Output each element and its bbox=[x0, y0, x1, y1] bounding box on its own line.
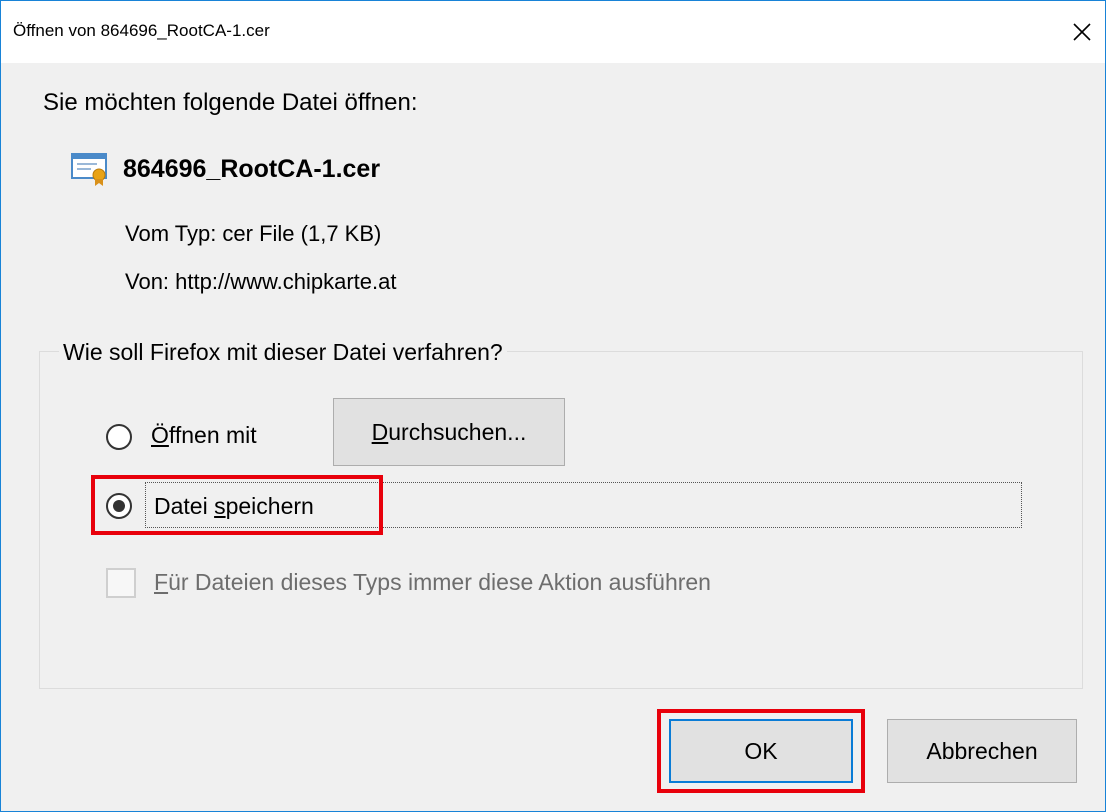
open-with-label-text: ffnen mit bbox=[168, 422, 257, 448]
always-accesskey: F bbox=[154, 569, 169, 595]
window-title: Öffnen von 864696_RootCA-1.cer bbox=[13, 21, 270, 40]
download-dialog: Öffnen von 864696_RootCA-1.cer Sie möcht… bbox=[0, 0, 1106, 812]
action-group-legend: Wie soll Firefox mit dieser Datei verfah… bbox=[59, 339, 507, 366]
file-info: 864696_RootCA-1.cer bbox=[71, 151, 380, 187]
file-source: Von: http://www.chipkarte.at bbox=[125, 269, 397, 294]
ok-button-highlight bbox=[657, 709, 865, 793]
certificate-icon bbox=[71, 153, 107, 186]
browse-accesskey: D bbox=[371, 418, 389, 445]
open-with-radio[interactable] bbox=[106, 424, 132, 450]
save-file-highlight bbox=[91, 475, 383, 535]
always-do-this-checkbox[interactable] bbox=[106, 568, 136, 598]
browse-label-text: urchsuchen... bbox=[388, 418, 527, 445]
always-do-this-label[interactable]: Für Dateien dieses Typs immer diese Akti… bbox=[154, 569, 711, 596]
browse-button[interactable]: Durchsuchen... bbox=[333, 398, 565, 466]
close-button[interactable] bbox=[1059, 1, 1105, 63]
title-bar: Öffnen von 864696_RootCA-1.cer bbox=[1, 1, 1105, 63]
file-type: Vom Typ: cer File (1,7 KB) bbox=[125, 221, 382, 246]
open-prompt: Sie möchten folgende Datei öffnen: bbox=[43, 89, 418, 116]
close-icon bbox=[1073, 23, 1091, 41]
cancel-button[interactable]: Abbrechen bbox=[887, 719, 1077, 783]
file-name: 864696_RootCA-1.cer bbox=[123, 154, 381, 183]
always-label-text: ür Dateien dieses Typs immer diese Aktio… bbox=[168, 569, 711, 595]
open-with-accesskey: Ö bbox=[151, 422, 169, 448]
open-with-label[interactable]: Öffnen mit bbox=[151, 422, 257, 449]
